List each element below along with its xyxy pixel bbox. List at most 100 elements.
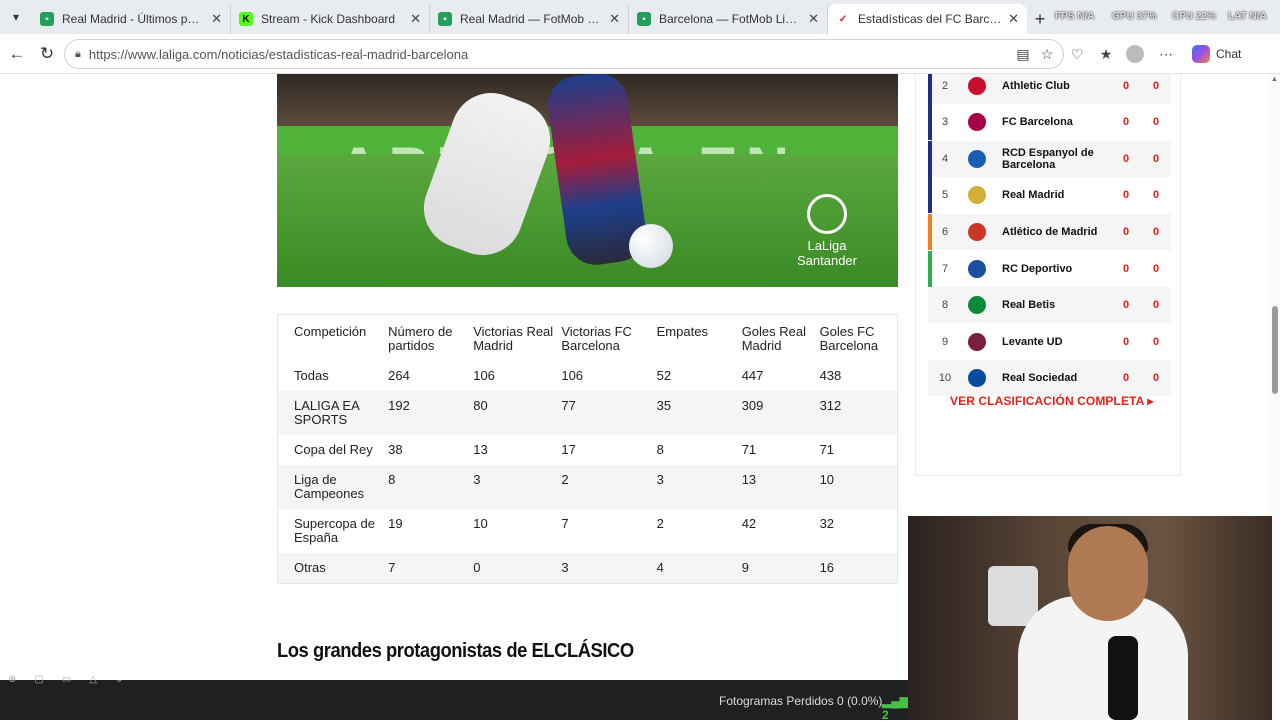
table-row: Todas 264 106 106 52 447 438 (278, 361, 898, 391)
table-cell: 7 (561, 516, 569, 531)
section-heading: Los grandes protagonistas de ELCLÁSICO (277, 640, 634, 662)
browser-tab[interactable]: ▪ Real Madrid — FotMob Lineup Bu ✕ (430, 4, 629, 34)
standings-row[interactable]: 2 Athletic Club 0 0 (928, 74, 1171, 104)
browser-tab[interactable]: ▪ Barcelona — FotMob Lineup Build ✕ (629, 4, 828, 34)
tab-title: Barcelona — FotMob Lineup Build (659, 12, 802, 26)
browser-tab[interactable]: ▪ Real Madrid - Últimos partidos, pu ✕ (32, 4, 231, 34)
tab-list-chevron-icon[interactable]: ▾ (0, 0, 32, 34)
signal-bars-icon: ▂▄▆ 2 (882, 694, 909, 722)
standings-row[interactable]: 9 Levante UD 0 0 (928, 324, 1171, 360)
points-value: 0 (1152, 116, 1160, 128)
back-arrow-icon[interactable]: ← (2, 39, 32, 69)
chat-label: Chat (1216, 47, 1242, 61)
close-tab-icon[interactable]: ✕ (808, 11, 819, 27)
table-cell: 71 (819, 442, 835, 457)
played-value: 0 (1122, 299, 1130, 311)
reader-mode-icon[interactable]: ▤ (1012, 43, 1034, 65)
standings-position: 9 (941, 336, 949, 348)
points-value: 0 (1152, 372, 1160, 384)
fotmob-icon: ▪ (40, 12, 54, 26)
fotmob-icon: ▪ (438, 12, 452, 26)
scroll-up-arrow-icon[interactable]: ▲ (1271, 76, 1278, 83)
team-name: RCD Espanyol de Barcelona (1002, 147, 1094, 171)
table-cell: 447 (741, 368, 764, 383)
close-tab-icon[interactable]: ✕ (1008, 11, 1019, 27)
kick-icon: K (239, 12, 253, 26)
qualification-bar (928, 251, 932, 287)
points-value: 0 (1152, 153, 1160, 165)
browser-essentials-icon[interactable]: ♡ (1066, 43, 1088, 65)
favorite-star-icon[interactable]: ☆ (1036, 43, 1058, 65)
tab-title: Real Madrid - Últimos partidos, pu (62, 12, 205, 26)
table-cell: 77 (561, 398, 576, 413)
table-cell: Todas (294, 368, 329, 383)
table-cell: 35 (656, 398, 672, 413)
standings-row[interactable]: 8 Real Betis 0 0 (928, 287, 1171, 323)
played-value: 0 (1122, 116, 1130, 128)
copilot-icon (1192, 45, 1210, 63)
table-cell: Supercopa de España (294, 516, 375, 545)
new-tab-plus-icon[interactable]: + (1027, 4, 1053, 34)
team-name: Athletic Club (1002, 80, 1070, 92)
copilot-chat-button[interactable]: Chat (1192, 41, 1241, 67)
standings-row[interactable]: 10 Real Sociedad 0 0 (928, 360, 1171, 396)
points-value: 0 (1152, 226, 1160, 238)
qualification-bar (928, 74, 932, 104)
laliga-watermark: LaLiga Santander (797, 194, 857, 268)
table-cell: 7 (388, 560, 396, 575)
hud-lat: LAT N/A (1228, 11, 1267, 22)
standings-row[interactable]: 3 FC Barcelona 0 0 (928, 104, 1171, 140)
table-cell: 19 (388, 516, 403, 531)
table-cell: 80 (473, 398, 488, 413)
qualification-bar (928, 214, 932, 250)
team-crest-icon (968, 223, 986, 241)
reload-icon[interactable]: ↻ (32, 39, 62, 69)
tabs-container: ▪ Real Madrid - Últimos partidos, pu ✕ K Str… (32, 4, 1027, 34)
played-value: 0 (1122, 80, 1130, 92)
site-info-icon[interactable]: 🔒︎ (75, 48, 81, 61)
browser-toolbar: ← ↻ 🔒︎ https://www.laliga.com/noticias/e… (0, 34, 1280, 74)
table-cell: 8 (388, 472, 396, 487)
table-cell: Liga de Campeones (294, 472, 365, 501)
table-cell: Otras (294, 560, 326, 575)
table-cell: 17 (561, 442, 576, 457)
table-cell: 10 (473, 516, 488, 531)
points-value: 0 (1152, 336, 1160, 348)
obs-toolbar-icons[interactable]: ⊕▢▭△⌄ (8, 674, 141, 685)
standings-row[interactable]: 7 RC Deportivo 0 0 (928, 251, 1171, 287)
close-tab-icon[interactable]: ✕ (609, 11, 620, 27)
column-header: Goles Real Madrid (741, 324, 806, 353)
scrollbar-thumb[interactable] (1272, 306, 1278, 394)
dropped-frames: Fotogramas Perdidos 0 (0.0%) (719, 694, 883, 708)
table-cell: 192 (388, 398, 410, 413)
standings-row[interactable]: 4 RCD Espanyol de Barcelona 0 0 (928, 141, 1171, 177)
standings-position: 6 (941, 226, 949, 238)
logo-text-1: LaLiga (807, 238, 847, 253)
profile-avatar-icon[interactable] (1124, 43, 1146, 65)
url-field[interactable]: 🔒︎ https://www.laliga.com/noticias/estad… (64, 39, 1064, 69)
team-name: Atlético de Madrid (1002, 226, 1098, 238)
standings-position: 2 (941, 80, 949, 92)
football-icon (629, 224, 673, 268)
table-row: Supercopa de España 19 10 7 2 42 32 (278, 509, 898, 553)
column-header: Victorias Real Madrid (473, 324, 554, 353)
standings-row[interactable]: 5 Real Madrid 0 0 (928, 177, 1171, 213)
standings-position: 3 (941, 116, 949, 128)
obs-status-bar: ⊕▢▭△⌄ Fotogramas Perdidos 0 (0.0%) ▂▄▆ 2 (0, 674, 909, 722)
close-tab-icon[interactable]: ✕ (410, 11, 421, 27)
qualification-bar (928, 324, 932, 360)
standings-row[interactable]: 6 Atlético de Madrid 0 0 (928, 214, 1171, 250)
qualification-bar (928, 104, 932, 140)
team-crest-icon (968, 296, 986, 314)
full-standings-link[interactable]: VER CLASIFICACIÓN COMPLETA ▸ (950, 394, 1154, 408)
team-name: Real Madrid (1002, 189, 1065, 201)
close-tab-icon[interactable]: ✕ (211, 11, 222, 27)
microphone-icon (1108, 636, 1138, 720)
tab-title: Real Madrid — FotMob Lineup Bu (460, 12, 604, 26)
more-menu-icon[interactable]: ⋯ (1155, 43, 1177, 65)
browser-tab[interactable]: ✓ Estadísticas del FC Barcelona contr ✕ (828, 4, 1027, 34)
favorites-list-icon[interactable]: ★ (1095, 43, 1117, 65)
table-cell: Copa del Rey (294, 442, 373, 457)
table-cell: 13 (741, 472, 757, 487)
browser-tab[interactable]: K Stream - Kick Dashboard ✕ (231, 4, 430, 34)
